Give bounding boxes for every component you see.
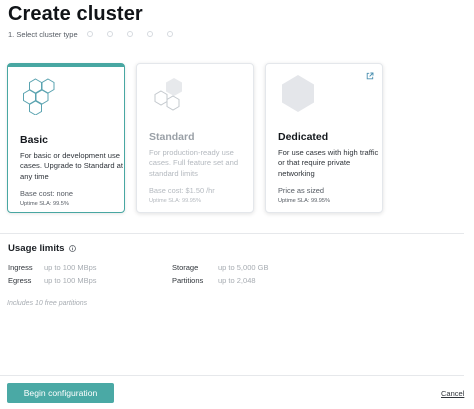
step-label: 1. Select cluster type [8,29,78,39]
usage-value-storage: up to 5,000 GB [218,263,269,272]
hexagon-solid-icon [282,75,314,112]
usage-label-partitions: Partitions [172,276,204,285]
cluster-card-dedicated[interactable]: Dedicated For use cases with high traffi… [265,63,383,213]
card-sla: Uptime SLA: 99.95% [278,198,330,204]
usage-limits-heading: Usage limits [8,243,76,254]
usage-value-ingress: up to 100 MBps [44,263,97,272]
usage-limits-title: Usage limits [8,243,65,254]
begin-configuration-button[interactable]: Begin configuration [7,383,114,403]
info-icon[interactable] [68,245,76,252]
card-title: Dedicated [278,131,329,143]
cluster-card-standard: Standard For production-ready use cases.… [136,63,254,213]
usage-label-egress: Egress [8,276,32,285]
cluster-card-basic[interactable]: Basic For basic or development use cases… [7,63,125,213]
hexagon-trio-icon [154,78,182,111]
divider [0,233,464,234]
card-cost: Base cost: $1.50 /hr [149,186,215,195]
step-dot-4[interactable] [146,31,153,37]
usage-value-egress: up to 100 MBps [44,276,97,285]
stepper: 1. Select cluster type [8,29,187,39]
usage-label-ingress: Ingress [8,263,33,272]
page-title: Create cluster [8,3,143,25]
step-dot-2[interactable] [106,31,113,37]
external-link-icon[interactable] [366,72,374,80]
step-dot-3[interactable] [126,31,133,37]
partitions-note: Includes 10 free partitions [7,300,88,307]
footer-divider [0,375,464,376]
step-dot-1[interactable] [86,31,93,37]
usage-value-partitions: up to 2,048 [218,276,256,285]
card-title: Standard [149,131,195,143]
card-description: For production-ready use cases. Full fea… [149,148,239,178]
card-sla: Uptime SLA: 99.95% [149,198,201,204]
usage-label-storage: Storage [172,263,199,272]
card-description: For basic or development use cases. Upgr… [20,151,124,181]
card-sla: Uptime SLA: 99.5% [20,201,69,207]
card-cost: Base cost: none [20,189,74,198]
step-dot-5[interactable] [166,31,173,37]
card-cost: Price as sized [278,186,325,195]
card-description: For use cases with high traffic or that … [278,148,379,178]
hexagon-cluster-icon [23,78,55,115]
card-title: Basic [20,134,49,146]
cancel-link[interactable]: Cancel [441,389,464,398]
